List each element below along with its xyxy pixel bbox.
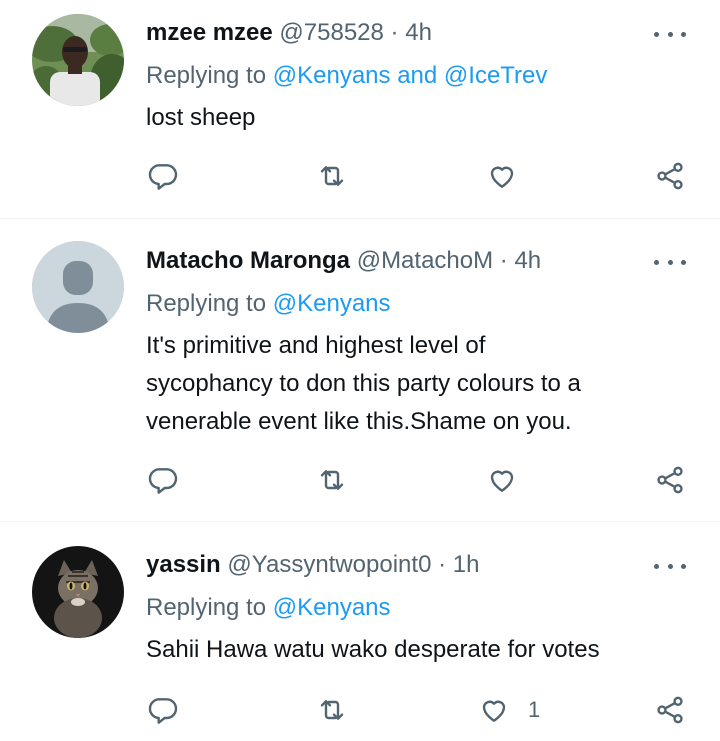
like-button[interactable] [484,462,520,498]
tweet-actions [0,158,720,198]
avatar-mzee[interactable] [32,14,124,106]
tweet-text: It's primitive and highest level of syco… [146,327,696,441]
tweet-text-line: lost sheep [146,104,256,131]
tweet-3[interactable]: yassin @Yassyntwopoint0 · 1h Replying to… [0,522,720,741]
replying-to: Replying to @Kenyans [146,593,391,623]
mention-link[interactable]: @Kenyans [273,62,391,89]
like-icon [490,166,514,188]
more-icon[interactable] [654,252,686,272]
user-handle[interactable]: @758528 [279,19,383,46]
mentions-joiner[interactable]: and [397,62,437,89]
timestamp[interactable]: 1h [453,551,480,578]
tweet-header: yassin @Yassyntwopoint0 · 1h [146,550,479,580]
mention-link[interactable]: @Kenyans [273,290,391,317]
tweet-text-line: Sahii Hawa watu wako desperate for votes [146,636,600,663]
tweet-2[interactable]: Matacho Maronga @MatachoM · 4h Replying … [0,219,720,521]
share-icon [657,162,683,190]
like-button[interactable] [484,158,520,194]
retweet-button[interactable] [314,462,350,498]
tweet-text-line: sycophancy to don this party colours to … [146,370,581,397]
retweet-button[interactable] [314,692,350,728]
mention-link[interactable]: @IceTrev [444,62,548,89]
mention-link[interactable]: @Kenyans [273,594,391,621]
like-button[interactable] [476,692,512,728]
tweet-header: mzee mzee @758528 · 4h [146,18,432,48]
reply-button[interactable] [146,462,182,498]
user-photo-icon [32,14,124,106]
retweet-icon [320,166,344,186]
share-icon [657,696,683,724]
share-icon [657,466,683,494]
tweet-actions: 1 [0,692,720,732]
tweet-1[interactable]: mzee mzee @758528 · 4h Replying to @Keny… [0,0,720,218]
separator-dot: · [438,551,447,578]
more-icon[interactable] [654,556,686,576]
display-name[interactable]: mzee mzee [146,19,273,46]
avatar-yassin[interactable] [32,546,124,638]
like-count[interactable]: 1 [528,692,540,728]
replying-prefix: Replying to [146,290,267,317]
reply-button[interactable] [146,158,182,194]
tweet-actions [0,462,720,502]
replying-to: Replying to @Kenyans [146,289,391,319]
separator-dot: · [390,19,399,46]
share-button[interactable] [652,462,688,498]
user-handle[interactable]: @Yassyntwopoint0 [227,551,431,578]
timestamp[interactable]: 4h [405,19,432,46]
like-icon [482,700,506,722]
tweet-text-line: It's primitive and highest level of [146,332,486,359]
retweet-button[interactable] [314,158,350,194]
display-name[interactable]: yassin [146,551,221,578]
retweet-icon [320,700,344,720]
replying-to: Replying to @Kenyans and @IceTrev [146,61,547,91]
tweet-text-line: venerable event like this.Shame on you. [146,408,572,435]
separator-dot: · [499,247,508,274]
more-icon[interactable] [654,24,686,44]
tweet-text: lost sheep [146,99,696,137]
replying-prefix: Replying to [146,594,267,621]
tweet-text: Sahii Hawa watu wako desperate for votes [146,631,696,669]
share-button[interactable] [652,158,688,194]
reply-icon [148,468,178,494]
reply-button[interactable] [146,692,182,728]
tweet-header: Matacho Maronga @MatachoM · 4h [146,246,541,276]
cat-photo-icon [32,546,124,638]
retweet-icon [320,470,344,490]
reply-icon [148,164,178,190]
timestamp[interactable]: 4h [514,247,541,274]
default-profile-icon [32,241,124,333]
user-handle[interactable]: @MatachoM [357,247,493,274]
avatar-default[interactable] [32,241,124,333]
share-button[interactable] [652,692,688,728]
like-icon [490,470,514,492]
replying-prefix: Replying to [146,62,267,89]
display-name[interactable]: Matacho Maronga [146,247,350,274]
reply-icon [148,698,178,724]
